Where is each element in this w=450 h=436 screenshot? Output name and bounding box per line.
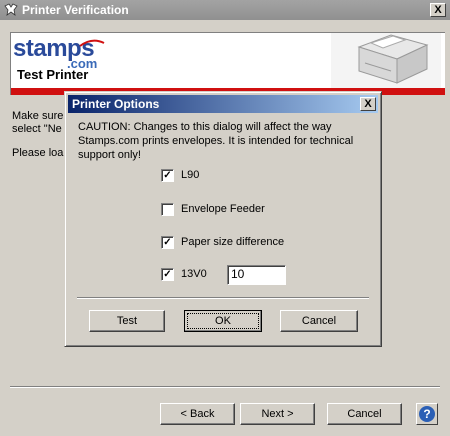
- dialog-separator: [77, 297, 369, 299]
- wizard-cancel-button[interactable]: Cancel: [327, 403, 402, 425]
- ok-button[interactable]: OK: [184, 310, 262, 332]
- printer-illustration-icon: [331, 33, 441, 88]
- option-l90-checkbox[interactable]: ✓: [161, 169, 174, 182]
- option-paper-size-difference-label: Paper size difference: [181, 236, 285, 248]
- help-icon: ?: [419, 406, 435, 422]
- instruction-line-1: Make sure: [12, 110, 64, 122]
- option-paper-size-difference-checkbox[interactable]: ✓: [161, 236, 174, 249]
- dialog-cancel-button[interactable]: Cancel: [280, 310, 358, 332]
- option-envelope-feeder-checkbox[interactable]: [161, 203, 174, 216]
- option-13v0-checkbox[interactable]: ✓: [161, 268, 174, 281]
- instruction-line-3: Please loa: [12, 147, 64, 159]
- test-button[interactable]: Test: [89, 310, 165, 332]
- banner-heading: Test Printer: [17, 67, 89, 82]
- dialog-close-button[interactable]: X: [360, 97, 376, 111]
- back-button[interactable]: < Back: [160, 403, 235, 425]
- option-13v0-label: 13V0: [181, 268, 207, 280]
- next-button[interactable]: Next >: [240, 403, 315, 425]
- printer-options-dialog: Printer Options X CAUTION: Changes to th…: [64, 91, 382, 347]
- window-title-bar[interactable]: Printer Verification X: [0, 0, 450, 20]
- dialog-title: Printer Options: [72, 97, 160, 111]
- window-close-button[interactable]: X: [430, 3, 446, 17]
- caution-text: CAUTION: Changes to this dialog will aff…: [78, 121, 354, 161]
- offset-value-input[interactable]: 10: [227, 265, 286, 285]
- wizard-separator: [10, 386, 440, 388]
- logo-swoosh-icon: [79, 39, 105, 47]
- help-button[interactable]: ?: [416, 403, 438, 425]
- window-title: Printer Verification: [22, 3, 129, 17]
- dialog-title-bar[interactable]: Printer Options X: [68, 95, 378, 113]
- app-eagle-icon: [4, 3, 18, 16]
- instruction-line-2: select "Ne: [12, 123, 62, 135]
- option-l90-label: L90: [181, 169, 200, 181]
- banner: stamps .com Test Printer: [10, 32, 445, 95]
- option-envelope-feeder-label: Envelope Feeder: [181, 203, 265, 215]
- stamps-com-logo: stamps .com: [13, 35, 121, 71]
